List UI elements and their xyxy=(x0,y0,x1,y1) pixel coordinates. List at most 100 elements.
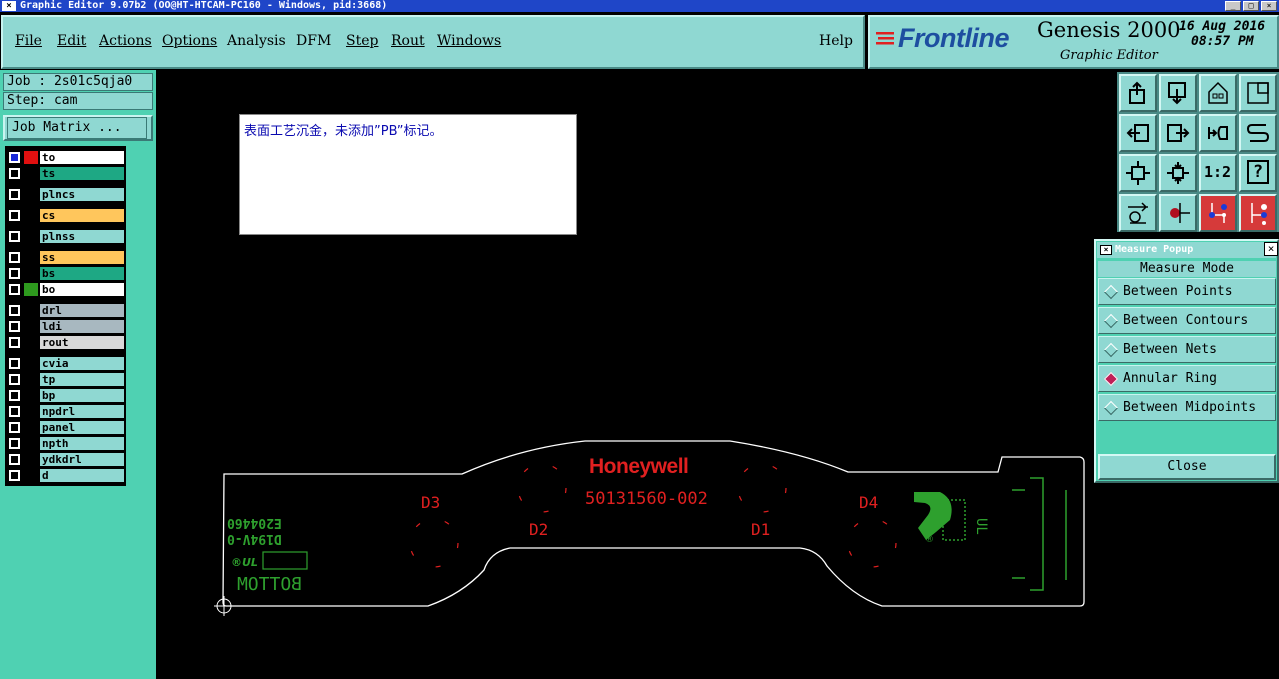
layer-name[interactable]: rout xyxy=(40,336,124,349)
job-matrix-button[interactable]: Job Matrix ... xyxy=(3,115,153,141)
layer-name[interactable]: npth xyxy=(40,437,124,450)
zoom-in-button[interactable] xyxy=(1119,154,1157,192)
zoom-out-button[interactable] xyxy=(1159,154,1197,192)
net-button-2[interactable] xyxy=(1239,194,1277,232)
layer-name[interactable]: panel xyxy=(40,421,124,434)
swap-button[interactable] xyxy=(1239,114,1277,152)
layer-name[interactable]: plncs xyxy=(40,188,124,201)
layer-row-ydkdrl[interactable]: ydkdrl xyxy=(5,452,126,467)
layer-name[interactable]: drl xyxy=(40,304,124,317)
layer-checkbox[interactable] xyxy=(9,252,20,263)
option-between-midpoints[interactable]: Between Midpoints xyxy=(1098,394,1276,421)
option-between-contours[interactable]: Between Contours xyxy=(1098,307,1276,334)
layer-checkbox[interactable] xyxy=(9,438,20,449)
layer-name[interactable]: npdrl xyxy=(40,405,124,418)
layer-row-npth[interactable]: npth xyxy=(5,436,126,451)
radio-diamond-icon xyxy=(1103,342,1119,358)
layer-row-npdrl[interactable]: npdrl xyxy=(5,404,126,419)
layer-checkbox[interactable] xyxy=(9,422,20,433)
layer-name[interactable]: ydkdrl xyxy=(40,453,124,466)
menu-analysis[interactable]: Analysis xyxy=(227,33,286,49)
zoom-fit-button[interactable] xyxy=(1159,74,1197,112)
layer-name[interactable]: ldi xyxy=(40,320,124,333)
layer-row-cs[interactable]: cs xyxy=(5,208,126,223)
layer-checkbox[interactable] xyxy=(9,210,20,221)
layer-row-rout[interactable]: rout xyxy=(5,335,126,350)
layer-name[interactable]: cvia xyxy=(40,357,124,370)
menu-help[interactable]: Help xyxy=(819,33,853,49)
layer-checkbox[interactable] xyxy=(9,168,20,179)
layer-name[interactable]: ts xyxy=(40,167,124,180)
layer-checkbox[interactable] xyxy=(9,189,20,200)
help-button[interactable]: ? xyxy=(1239,154,1277,192)
window-icon xyxy=(1247,82,1269,104)
measure-popup-titlebar[interactable]: × Measure Popup xyxy=(1097,242,1276,258)
layer-name[interactable]: d xyxy=(40,469,124,482)
maximize-button[interactable]: □ xyxy=(1243,1,1259,11)
layer-name[interactable]: bs xyxy=(40,267,124,280)
menu-options[interactable]: Options xyxy=(162,33,217,49)
ref-d2: D2 xyxy=(529,520,549,539)
layer-checkbox[interactable] xyxy=(9,454,20,465)
pan-right-button[interactable] xyxy=(1159,114,1197,152)
menu-windows[interactable]: Windows xyxy=(437,33,501,49)
measure-tool-button[interactable] xyxy=(1119,194,1157,232)
job-field: Job : 2s01c5qja0 xyxy=(3,73,153,91)
layer-checkbox[interactable] xyxy=(9,337,20,348)
zoom-home-button[interactable] xyxy=(1119,74,1157,112)
layer-row-panel[interactable]: panel xyxy=(5,420,126,435)
layer-checkbox[interactable] xyxy=(9,152,20,163)
layer-name[interactable]: bp xyxy=(40,389,124,402)
layer-name[interactable]: ss xyxy=(40,251,124,264)
option-between-nets[interactable]: Between Nets xyxy=(1098,336,1276,363)
menu-file[interactable]: File xyxy=(15,33,42,49)
layer-checkbox[interactable] xyxy=(9,406,20,417)
window-button[interactable] xyxy=(1239,74,1277,112)
mirror-text-2: D194V-0 xyxy=(227,531,282,546)
layer-checkbox[interactable] xyxy=(9,268,20,279)
layer-row-plncs[interactable]: plncs xyxy=(5,187,126,202)
layer-row-ss[interactable]: ss xyxy=(5,250,126,265)
layer-checkbox[interactable] xyxy=(9,305,20,316)
close-window-button[interactable]: × xyxy=(1261,1,1277,11)
layer-name[interactable]: to xyxy=(40,151,124,164)
layer-name[interactable]: tp xyxy=(40,373,124,386)
layer-row-bp[interactable]: bp xyxy=(5,388,126,403)
layer-name[interactable]: plnss xyxy=(40,230,124,243)
layer-row-ts[interactable]: ts xyxy=(5,166,126,181)
pan-left-button[interactable] xyxy=(1119,114,1157,152)
menu-rout[interactable]: Rout xyxy=(391,33,425,49)
option-between-points[interactable]: Between Points xyxy=(1098,278,1276,305)
layer-checkbox[interactable] xyxy=(9,470,20,481)
menu-actions[interactable]: Actions xyxy=(99,33,152,49)
layer-row-plnss[interactable]: plnss xyxy=(5,229,126,244)
menu-dfm[interactable]: DFM xyxy=(296,33,331,49)
ratio-button[interactable]: 1:2 xyxy=(1199,154,1237,192)
layer-checkbox[interactable] xyxy=(9,231,20,242)
layer-checkbox[interactable] xyxy=(9,358,20,369)
layer-row-d[interactable]: d xyxy=(5,468,126,483)
snap-button[interactable] xyxy=(1159,194,1197,232)
layer-row-drl[interactable]: drl xyxy=(5,303,126,318)
layer-row-bs[interactable]: bs xyxy=(5,266,126,281)
menu-edit[interactable]: Edit xyxy=(57,33,86,49)
undo-redo-button[interactable] xyxy=(1199,114,1237,152)
layer-checkbox[interactable] xyxy=(9,321,20,332)
layer-checkbox[interactable] xyxy=(9,374,20,385)
layer-row-tp[interactable]: tp xyxy=(5,372,126,387)
menu-step[interactable]: Step xyxy=(346,33,378,49)
layer-row-to[interactable]: to xyxy=(5,150,126,165)
minimize-button[interactable]: _ xyxy=(1225,1,1241,11)
net-button[interactable] xyxy=(1199,194,1237,232)
layer-row-ldi[interactable]: ldi xyxy=(5,319,126,334)
layer-checkbox[interactable] xyxy=(9,284,20,295)
layer-name[interactable]: bo xyxy=(40,283,124,296)
layer-row-bo[interactable]: bo xyxy=(5,282,126,297)
layer-checkbox[interactable] xyxy=(9,390,20,401)
popup-close-icon[interactable]: × xyxy=(1264,242,1278,256)
popup-close-button[interactable]: Close xyxy=(1098,454,1276,480)
home-button[interactable] xyxy=(1199,74,1237,112)
option-annular-ring[interactable]: Annular Ring xyxy=(1098,365,1276,392)
layer-name[interactable]: cs xyxy=(40,209,124,222)
layer-row-cvia[interactable]: cvia xyxy=(5,356,126,371)
